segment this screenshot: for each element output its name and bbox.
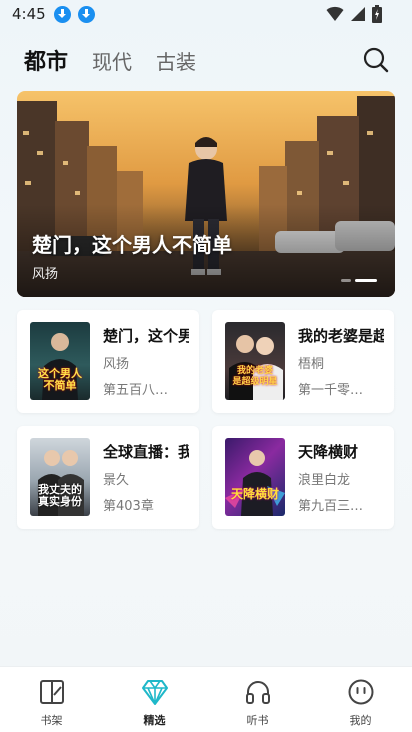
cover-line: 天降横财 [230, 487, 279, 501]
book-chapter: 第403章 [103, 499, 154, 514]
featured-banner[interactable]: 楚门，这个男人不简单 风扬 [17, 91, 395, 297]
status-time: 4:45 [12, 5, 46, 23]
book-chapter: 第一千零… [298, 383, 364, 398]
cover-line: 不简单 [43, 379, 77, 392]
book-cover: 我丈夫的 真实身份 [30, 438, 90, 516]
carousel-dot [341, 279, 351, 282]
book-card[interactable]: 我的老婆 是超级明星 我的老婆是超级明星 梧桐 第一千零… [212, 310, 394, 413]
book-title: 楚门，这个男人不简单 [103, 327, 189, 345]
book-chapter: 第九百三… [298, 499, 364, 514]
book-cover: 天降横财 [225, 438, 285, 516]
nav-label: 书架 [40, 714, 63, 727]
bottom-nav: 书架 精选 听书 我的 [0, 666, 412, 732]
book-author: 梧桐 [298, 357, 325, 372]
banner-title: 楚门，这个男人不简单 [32, 233, 232, 257]
nav-audiobook[interactable]: 听书 [206, 667, 309, 732]
smiley-profile-icon [348, 679, 373, 705]
book-cover: 我的老婆 是超级明星 [225, 322, 285, 400]
search-icon[interactable] [362, 46, 390, 74]
tab-dushi[interactable]: 都市 [24, 44, 68, 76]
book-title: 我的老婆是超级明星 [298, 327, 384, 345]
book-author: 风扬 [103, 357, 130, 372]
book-author: 浪里白龙 [298, 473, 351, 488]
nav-label: 听书 [246, 714, 269, 727]
banner-image [17, 91, 395, 297]
battery-icon [372, 5, 382, 23]
category-tabs: 都市 现代 古装 [24, 44, 196, 76]
book-author: 景久 [103, 473, 130, 488]
diamond-icon [141, 680, 168, 705]
nav-bookshelf[interactable]: 书架 [0, 667, 103, 732]
carousel-dot-active [355, 279, 377, 282]
download-notification-icon [53, 5, 71, 23]
book-card[interactable]: 我丈夫的 真实身份 全球直播：我丈夫的真实身份 景久 第403章 [17, 426, 199, 529]
tab-xiandai[interactable]: 现代 [92, 46, 132, 75]
headphones-icon [245, 681, 270, 704]
download-notification-icon [77, 5, 95, 23]
book-chapter: 第五百八… [103, 383, 169, 398]
tab-guzhuang[interactable]: 古装 [156, 46, 196, 75]
book-title: 全球直播：我丈夫的真实身份 [103, 443, 189, 461]
book-card[interactable]: 这个男人 不简单 楚门，这个男人不简单 风扬 第五百八… [17, 310, 199, 413]
carousel-indicator [341, 279, 377, 282]
wifi-icon [326, 6, 344, 21]
nav-label: 精选 [143, 714, 166, 727]
book-title: 天降横财 [298, 443, 359, 461]
signal-icon [351, 7, 365, 21]
cover-line: 真实身份 [38, 495, 82, 508]
cover-line: 我的老婆 [236, 366, 273, 376]
nav-featured[interactable]: 精选 [103, 667, 206, 732]
banner-author: 风扬 [32, 267, 59, 282]
nav-label: 我的 [349, 714, 372, 727]
book-cover: 这个男人 不简单 [30, 322, 90, 400]
book-card[interactable]: 天降横财 天降横财 浪里白龙 第九百三… [212, 426, 394, 529]
nav-profile[interactable]: 我的 [309, 667, 412, 732]
bookshelf-icon [39, 680, 64, 704]
status-bar: 4:45 [0, 0, 412, 28]
cover-line: 是超级明星 [232, 377, 278, 387]
